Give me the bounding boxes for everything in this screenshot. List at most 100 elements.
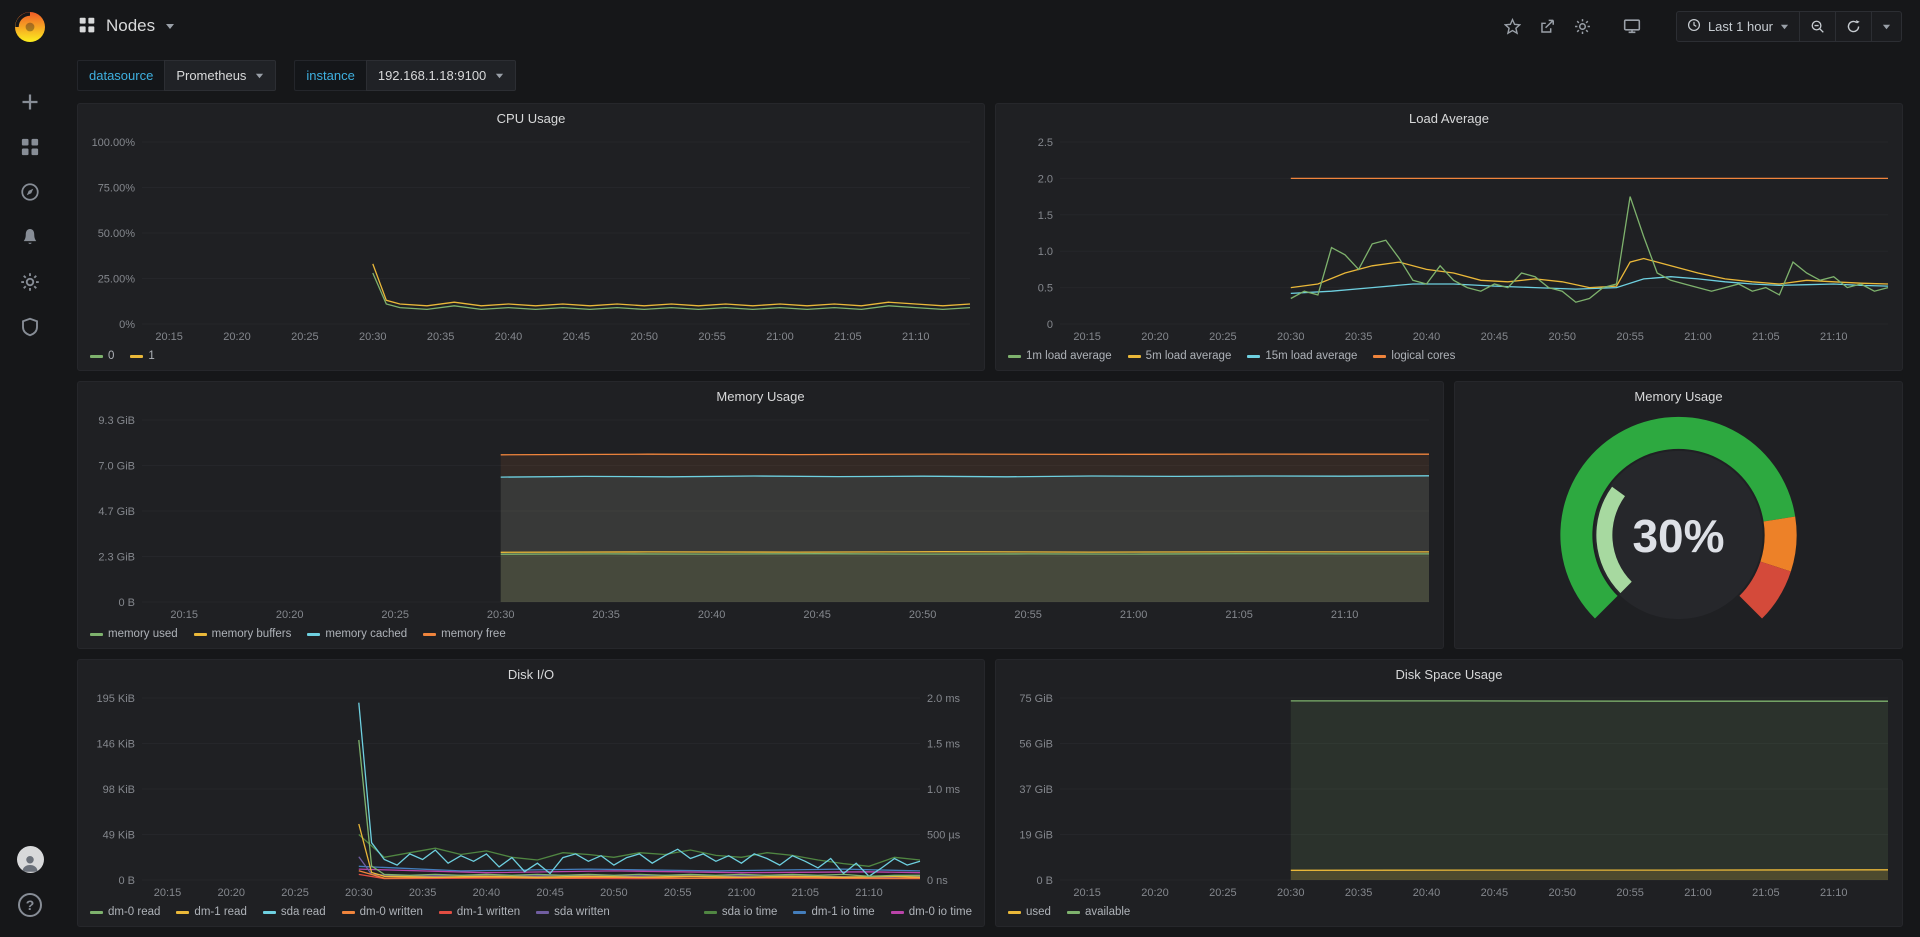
server-admin-shield-icon[interactable] bbox=[8, 309, 52, 345]
legend-item[interactable]: dm-1 written bbox=[439, 906, 520, 918]
refresh-interval-dropdown[interactable] bbox=[1871, 12, 1901, 41]
disk-io-chart[interactable]: 0 B49 KiB98 KiB146 KiB195 KiB0 ns500 µs1… bbox=[78, 688, 984, 904]
svg-text:20:55: 20:55 bbox=[664, 887, 692, 899]
star-button[interactable] bbox=[1498, 11, 1528, 41]
dashboard-settings-button[interactable] bbox=[1568, 11, 1598, 41]
svg-text:56 GiB: 56 GiB bbox=[1019, 739, 1053, 751]
legend-item[interactable]: dm-0 read bbox=[90, 906, 160, 918]
share-button[interactable] bbox=[1533, 11, 1563, 41]
panel-load-average: Load Average 00.51.01.52.02.520:1520:202… bbox=[995, 103, 1903, 371]
grafana-logo[interactable] bbox=[11, 8, 49, 46]
svg-text:1.0: 1.0 bbox=[1038, 246, 1053, 258]
svg-text:195 KiB: 195 KiB bbox=[96, 693, 135, 705]
help-icon[interactable]: ? bbox=[8, 887, 52, 923]
navbar-actions: Last 1 hour bbox=[1498, 11, 1902, 42]
legend-series-label: sda io time bbox=[722, 906, 778, 918]
legend-item[interactable]: memory cached bbox=[307, 628, 407, 640]
legend-item[interactable]: memory buffers bbox=[194, 628, 292, 640]
legend-series-color bbox=[1008, 911, 1021, 914]
legend-item[interactable]: logical cores bbox=[1373, 350, 1455, 362]
refresh-button[interactable] bbox=[1835, 12, 1871, 41]
apps-grid-icon bbox=[78, 16, 96, 37]
load-average-chart[interactable]: 00.51.01.52.02.520:1520:2020:2520:3020:3… bbox=[996, 132, 1902, 348]
svg-text:2.0: 2.0 bbox=[1038, 173, 1053, 185]
alerting-bell-icon[interactable] bbox=[8, 219, 52, 255]
panel-title[interactable]: Disk Space Usage bbox=[996, 660, 1902, 688]
dashboards-icon[interactable] bbox=[8, 129, 52, 165]
create-icon[interactable] bbox=[8, 84, 52, 120]
svg-text:20:45: 20:45 bbox=[1481, 331, 1509, 343]
explore-compass-icon[interactable] bbox=[8, 174, 52, 210]
cycle-view-monitor-icon[interactable] bbox=[1617, 11, 1647, 41]
legend-series-label: 1 bbox=[148, 350, 154, 362]
svg-text:20:35: 20:35 bbox=[592, 609, 620, 621]
legend-item[interactable]: dm-0 written bbox=[342, 906, 423, 918]
legend-group: dm-0 read dm-1 read sda read dm-0 written dm… bbox=[90, 906, 610, 918]
user-avatar[interactable] bbox=[8, 841, 52, 877]
time-controls-group: Last 1 hour bbox=[1676, 11, 1902, 42]
legend-item[interactable]: 0 bbox=[90, 350, 114, 362]
legend-item[interactable]: 15m load average bbox=[1247, 350, 1357, 362]
legend-series-label: available bbox=[1085, 906, 1130, 918]
panel-title[interactable]: Memory Usage bbox=[1455, 382, 1902, 410]
memory-usage-gauge[interactable]: 30% bbox=[1455, 410, 1902, 648]
svg-text:9.3 GiB: 9.3 GiB bbox=[98, 415, 135, 427]
svg-text:19 GiB: 19 GiB bbox=[1019, 830, 1053, 842]
svg-text:21:00: 21:00 bbox=[728, 887, 756, 899]
memory-usage-chart[interactable]: 0 B2.3 GiB4.7 GiB7.0 GiB9.3 GiB20:1520:2… bbox=[78, 410, 1443, 626]
svg-text:20:25: 20:25 bbox=[291, 331, 319, 343]
time-range-picker[interactable]: Last 1 hour bbox=[1677, 12, 1799, 41]
legend-series-label: sda read bbox=[281, 906, 326, 918]
legend-series-color bbox=[1067, 911, 1080, 914]
configuration-gear-icon[interactable] bbox=[8, 264, 52, 300]
svg-text:2.0 ms: 2.0 ms bbox=[927, 693, 961, 705]
svg-text:20:30: 20:30 bbox=[359, 331, 387, 343]
legend-series-label: used bbox=[1026, 906, 1051, 918]
svg-text:50.00%: 50.00% bbox=[98, 228, 136, 240]
dashboard-content: datasource Prometheus instance 192.168.1… bbox=[60, 52, 1920, 927]
legend-series-label: memory used bbox=[108, 628, 178, 640]
svg-text:20:15: 20:15 bbox=[1073, 331, 1101, 343]
question-mark-icon: ? bbox=[18, 893, 42, 917]
legend-item[interactable]: memory used bbox=[90, 628, 178, 640]
chevron-down-icon bbox=[1780, 19, 1789, 34]
template-variables-row: datasource Prometheus instance 192.168.1… bbox=[77, 54, 1903, 103]
svg-text:20:20: 20:20 bbox=[218, 887, 246, 899]
zoom-out-button[interactable] bbox=[1799, 12, 1835, 41]
legend-series-label: memory free bbox=[441, 628, 506, 640]
svg-text:20:55: 20:55 bbox=[1616, 331, 1644, 343]
legend-item[interactable]: used bbox=[1008, 906, 1051, 918]
legend-item[interactable]: 1m load average bbox=[1008, 350, 1112, 362]
legend-item[interactable]: sda read bbox=[263, 906, 326, 918]
cpu-usage-chart[interactable]: 0%25.00%50.00%75.00%100.00%20:1520:2020:… bbox=[78, 132, 984, 348]
svg-text:20:35: 20:35 bbox=[409, 887, 437, 899]
legend-series-color bbox=[793, 911, 806, 914]
legend-item[interactable]: memory free bbox=[423, 628, 506, 640]
legend-item[interactable]: sda written bbox=[536, 906, 610, 918]
dashboard-title-button[interactable]: Nodes bbox=[78, 16, 175, 37]
svg-text:21:05: 21:05 bbox=[1225, 609, 1253, 621]
variable-datasource-dropdown[interactable]: Prometheus bbox=[164, 60, 276, 91]
panel-disk-io: Disk I/O 0 B49 KiB98 KiB146 KiB195 KiB0 … bbox=[77, 659, 985, 927]
legend-item[interactable]: dm-0 io time bbox=[891, 906, 972, 918]
svg-text:0 ns: 0 ns bbox=[927, 875, 948, 887]
legend-item[interactable]: dm-1 read bbox=[176, 906, 246, 918]
panel-title[interactable]: Disk I/O bbox=[78, 660, 984, 688]
legend-item[interactable]: sda io time bbox=[704, 906, 778, 918]
svg-text:21:10: 21:10 bbox=[1331, 609, 1359, 621]
svg-text:20:40: 20:40 bbox=[1413, 331, 1441, 343]
legend-series-color bbox=[130, 355, 143, 358]
legend-item[interactable]: 1 bbox=[130, 350, 154, 362]
svg-text:1.0 ms: 1.0 ms bbox=[927, 784, 961, 796]
panel-title[interactable]: Memory Usage bbox=[78, 382, 1443, 410]
top-navbar: Nodes Last 1 hour bbox=[60, 0, 1920, 52]
legend-item[interactable]: dm-1 io time bbox=[793, 906, 874, 918]
legend-item[interactable]: available bbox=[1067, 906, 1130, 918]
svg-text:20:30: 20:30 bbox=[1277, 331, 1305, 343]
panel-title[interactable]: Load Average bbox=[996, 104, 1902, 132]
variable-instance-dropdown[interactable]: 192.168.1.18:9100 bbox=[366, 60, 516, 91]
legend-item[interactable]: 5m load average bbox=[1128, 350, 1232, 362]
panel-title[interactable]: CPU Usage bbox=[78, 104, 984, 132]
svg-text:21:00: 21:00 bbox=[1684, 331, 1712, 343]
disk-space-usage-chart[interactable]: 0 B19 GiB37 GiB56 GiB75 GiB20:1520:2020:… bbox=[996, 688, 1902, 904]
